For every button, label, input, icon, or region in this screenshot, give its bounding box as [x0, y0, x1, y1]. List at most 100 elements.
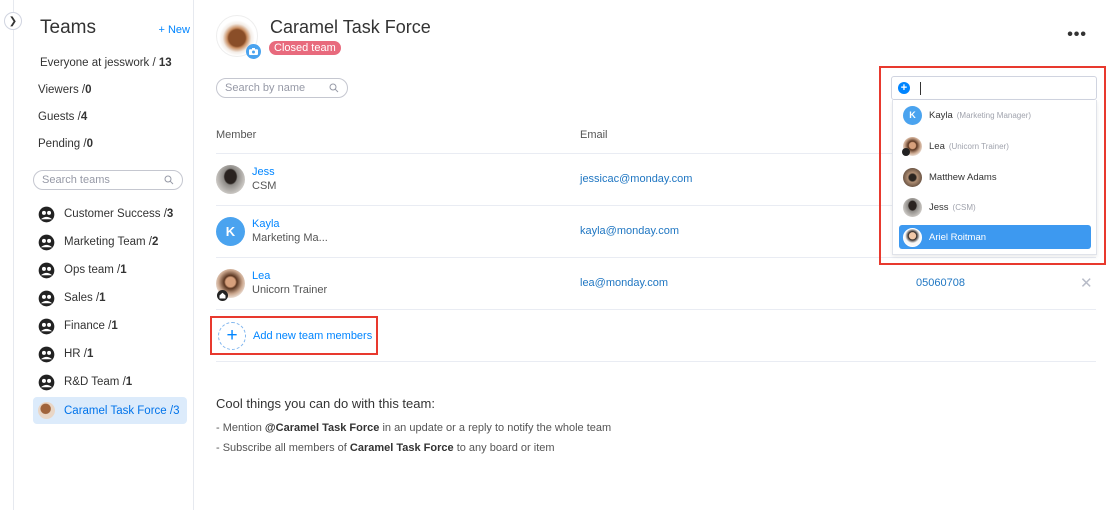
team-icon	[38, 290, 55, 306]
tip-text: in an update or a reply to notify the wh…	[379, 422, 612, 434]
avatar: K	[903, 105, 922, 125]
member-email[interactable]: lea@monday.com	[580, 277, 668, 289]
tip-team-name: Caramel Task Force	[349, 442, 454, 454]
add-member-search-input[interactable]: +	[891, 76, 1097, 100]
team-icon	[38, 234, 55, 250]
member-name[interactable]: Kayla	[252, 218, 280, 230]
team-count: 1	[99, 292, 106, 304]
sidebar-team-ops[interactable]: Ops team / 1	[33, 257, 187, 283]
team-count: 1	[125, 376, 133, 388]
add-team-members-button[interactable]: + Add new team members	[210, 316, 378, 355]
sidebar-team-rnd[interactable]: R&D Team / 1	[33, 369, 187, 395]
sidebar-team-marketing[interactable]: Marketing Team / 2	[33, 229, 187, 255]
cool-tip-mention: - Mention @Caramel Task Force in an upda…	[216, 422, 611, 434]
stat-label: Pending /	[38, 138, 87, 150]
team-count: 3	[166, 208, 174, 220]
stat-viewers[interactable]: Viewers /0	[38, 84, 92, 96]
cool-things-heading: Cool things you can do with this team:	[216, 396, 435, 411]
member-title: CSM	[252, 180, 277, 192]
avatar	[902, 136, 922, 156]
option-name: Lea	[929, 140, 945, 152]
suggestion-lea[interactable]: Lea (Unicorn Trainer)	[899, 134, 1091, 158]
stat-count: 4	[80, 111, 88, 123]
add-members-label: Add new team members	[253, 329, 373, 342]
member-email[interactable]: kayla@monday.com	[580, 225, 679, 237]
sidebar-team-finance[interactable]: Finance / 1	[33, 313, 187, 339]
team-label: Finance /	[64, 320, 112, 332]
team-label: HR /	[64, 348, 87, 360]
search-teams-placeholder: Search teams	[42, 174, 110, 186]
team-count: 3	[173, 404, 180, 417]
sidebar-team-sales[interactable]: Sales / 1	[33, 285, 187, 311]
plus-icon: +	[218, 321, 246, 350]
member-title: Marketing Ma...	[252, 232, 328, 244]
suggestion-jess[interactable]: Jess (CSM)	[899, 195, 1091, 219]
team-label: Customer Success /	[64, 208, 167, 220]
team-avatar	[38, 402, 55, 419]
suggestion-kayla[interactable]: K Kayla (Marketing Manager)	[899, 103, 1091, 127]
member-email[interactable]: jessicac@monday.com	[580, 173, 692, 185]
team-label: Caramel Task Force /	[64, 404, 174, 417]
sidebar-team-caramel-task-force[interactable]: Caramel Task Force / 3	[33, 397, 187, 424]
remove-member-icon[interactable]: ✕	[1080, 274, 1093, 292]
stat-label: Viewers /	[38, 84, 86, 96]
column-header-member: Member	[216, 129, 257, 141]
team-label: R&D Team /	[64, 376, 126, 388]
stat-pending[interactable]: Pending /0	[38, 138, 93, 150]
column-header-email: Email	[580, 129, 608, 141]
option-role: (CSM)	[952, 202, 976, 212]
tip-team-mention: @Caramel Task Force	[264, 422, 380, 434]
home-icon	[902, 147, 910, 156]
member-title: Unicorn Trainer	[252, 284, 328, 296]
stat-guests[interactable]: Guests /4	[38, 111, 87, 123]
team-icon	[38, 262, 55, 278]
camera-icon[interactable]	[246, 44, 261, 59]
member-name[interactable]: Jess	[252, 166, 275, 178]
option-role: (Unicorn Trainer)	[948, 141, 1009, 151]
option-name: Matthew Adams	[929, 171, 997, 183]
member-suggestions-list: K Kayla (Marketing Manager) Lea (Unicorn T…	[892, 100, 1097, 255]
expand-sidebar-button[interactable]: ❯	[4, 12, 22, 30]
suggestion-matthew-adams[interactable]: Matthew Adams	[899, 165, 1091, 189]
team-count: 1	[120, 264, 127, 276]
stat-label: Everyone at jesswork /	[40, 57, 159, 69]
team-label: Sales /	[64, 292, 100, 304]
avatar: K	[216, 217, 245, 246]
team-label: Ops team /	[64, 264, 121, 276]
member-name[interactable]: Lea	[252, 270, 270, 282]
sidebar-team-customer-success[interactable]: Customer Success / 3	[33, 201, 187, 227]
stat-count: 13	[158, 57, 172, 69]
stat-label: Guests /	[38, 111, 81, 123]
divider	[216, 309, 1096, 310]
avatar	[903, 167, 922, 187]
tip-text: - Mention	[216, 422, 265, 434]
search-icon	[329, 83, 339, 93]
avatar	[216, 165, 245, 194]
option-name: Ariel Roitman	[929, 231, 987, 243]
team-count: 1	[87, 348, 94, 360]
search-members-placeholder: Search by name	[225, 82, 306, 94]
team-title[interactable]: Caramel Task Force	[270, 17, 431, 38]
sidebar-title: Teams	[40, 17, 96, 38]
option-name: Jess	[929, 201, 949, 213]
search-icon	[164, 175, 174, 185]
new-team-button[interactable]: + New	[159, 24, 191, 36]
closed-team-badge: Closed team	[269, 41, 341, 55]
tip-text: - Subscribe all members of	[216, 442, 350, 454]
suggestion-ariel-roitman[interactable]: Ariel Roitman	[899, 225, 1091, 249]
member-phone[interactable]: 05060708	[916, 277, 965, 289]
divider	[216, 361, 1096, 362]
team-icon	[38, 318, 55, 334]
team-label: Marketing Team /	[64, 236, 152, 248]
cool-tip-subscribe: - Subscribe all members of Caramel Task …	[216, 442, 555, 454]
avatar	[903, 197, 922, 217]
stat-everyone[interactable]: Everyone at jesswork / 13	[40, 57, 172, 69]
team-icon	[38, 374, 55, 390]
search-members-input[interactable]: Search by name	[216, 78, 348, 98]
team-count: 2	[152, 236, 159, 248]
sidebar-team-hr[interactable]: HR / 1	[33, 341, 187, 367]
stat-count: 0	[86, 138, 94, 150]
chevron-right-icon: ❯	[8, 15, 18, 27]
search-teams-input[interactable]: Search teams	[33, 170, 183, 190]
more-options-icon[interactable]: •••	[1067, 26, 1087, 44]
